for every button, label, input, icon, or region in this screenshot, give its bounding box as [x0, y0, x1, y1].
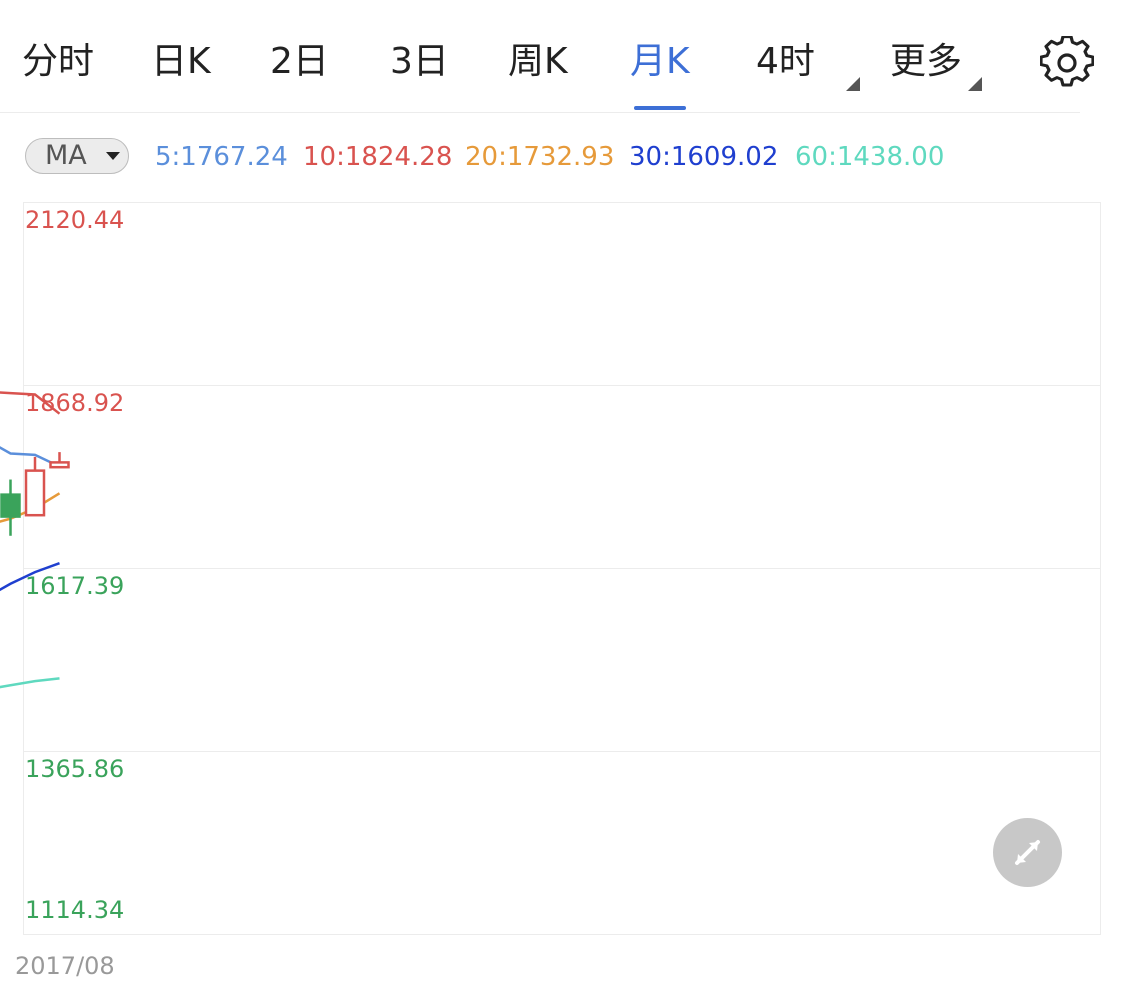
candlestick — [49, 452, 70, 469]
expand-button[interactable] — [993, 818, 1062, 887]
candle-body — [49, 461, 70, 469]
date-axis-label: 2017/08 — [15, 952, 115, 980]
expand-icon — [1015, 840, 1040, 865]
candlestick — [24, 456, 46, 517]
price-axis-label: 2120.44 — [25, 206, 125, 234]
price-axis-label: 1868.92 — [25, 389, 125, 417]
price-axis-label: 1365.86 — [25, 755, 125, 783]
candle-body — [0, 493, 21, 518]
kline-panel: 分时 日K 2日 3日 周K 月K 4时 更多 MA 5:1767.24 10:… — [0, 0, 1125, 999]
price-axis-label: 1617.39 — [25, 572, 125, 600]
kline-plot — [0, 391, 70, 689]
candlestick — [0, 479, 21, 536]
ma-60-line — [0, 677, 60, 689]
candle-body — [24, 469, 46, 517]
price-axis-label: 1114.34 — [25, 896, 125, 924]
